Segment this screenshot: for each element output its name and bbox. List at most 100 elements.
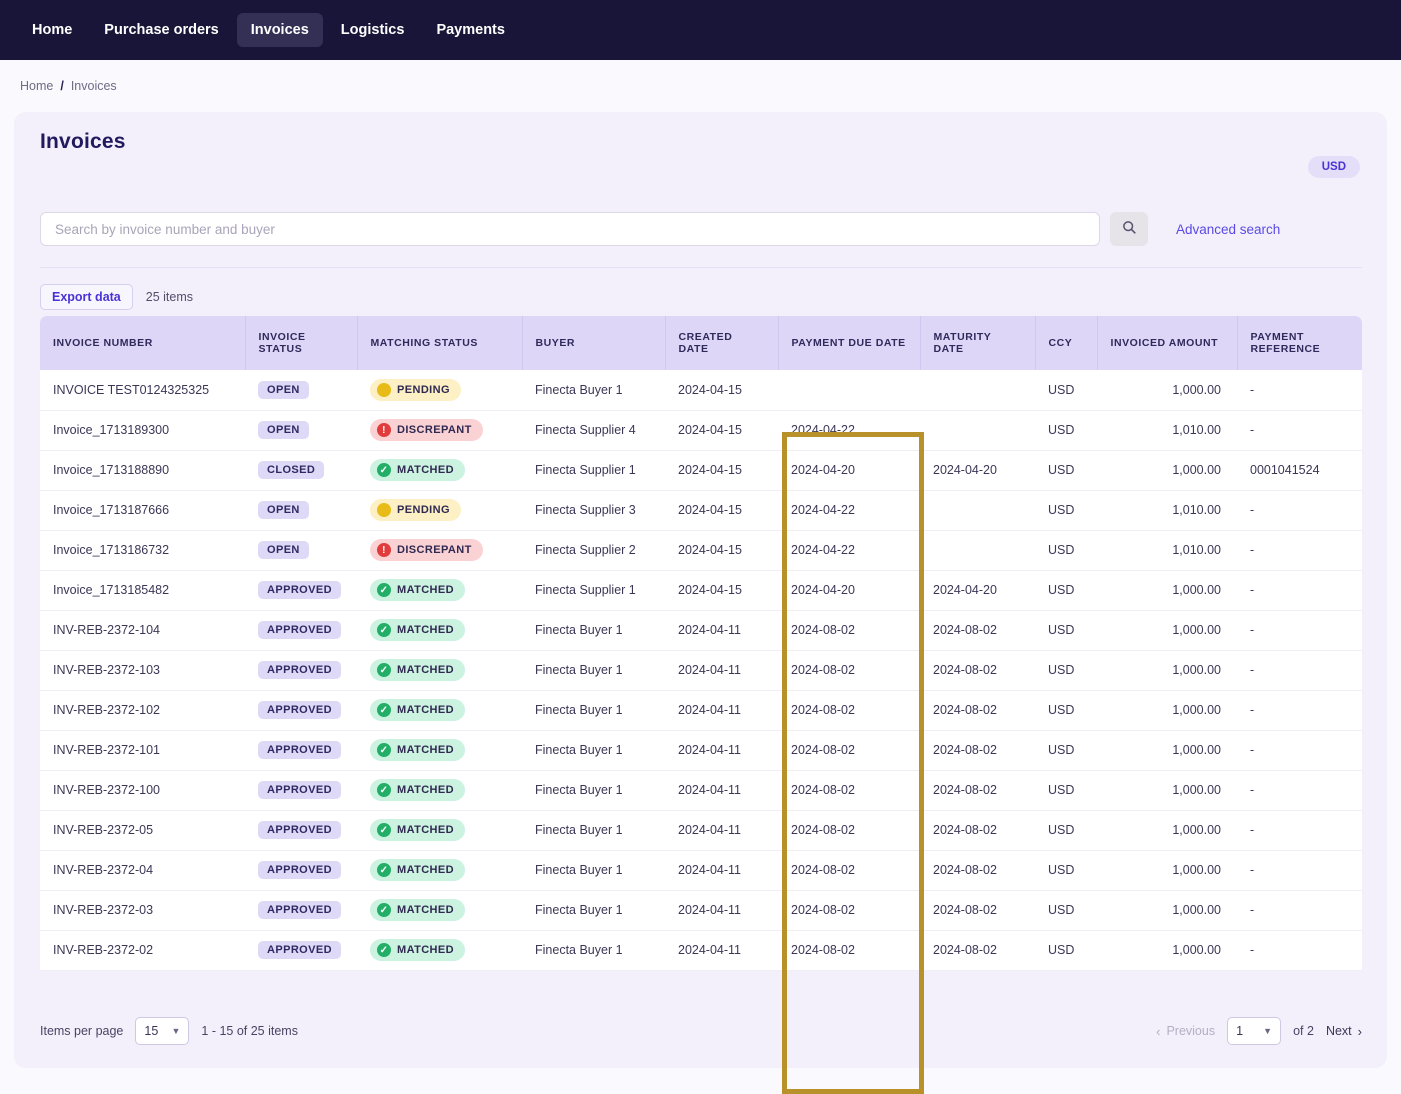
table-row[interactable]: INV-REB-2372-102 APPROVED ✓ MATCHED Finecta … — [40, 690, 1362, 730]
next-label: Next — [1325, 1024, 1352, 1038]
cell-created-date: 2024-04-15 — [678, 503, 742, 517]
nav-item-logistics[interactable]: Logistics — [327, 13, 419, 47]
chevron-left-icon: ‹ — [1156, 1023, 1161, 1039]
table-row[interactable]: INV-REB-2372-02 APPROVED ✓ MATCHED Finecta B… — [40, 930, 1362, 970]
page-number-value: 1 — [1236, 1024, 1244, 1038]
cell-invoiced-amount: 1,010.00 — [1172, 423, 1221, 437]
cell-matching-status: ✓ MATCHED — [357, 890, 522, 930]
cell-created-date: 2024-04-11 — [678, 743, 742, 757]
breadcrumb-home-link[interactable]: Home — [20, 79, 53, 93]
column-header-matching-status[interactable]: MATCHING STATUS — [357, 316, 523, 370]
cell-payment-due-date: 2024-08-02 — [791, 623, 855, 637]
cell-ccy: USD — [1048, 423, 1075, 437]
currency-badge[interactable]: USD — [1307, 156, 1360, 178]
cell-buyer: Finecta Supplier 1 — [535, 463, 636, 477]
nav-item-home[interactable]: Home — [18, 13, 86, 47]
matching-status-label: MATCHED — [397, 824, 454, 836]
table-row[interactable]: INV-REB-2372-03 APPROVED ✓ MATCHED Finecta B… — [40, 890, 1362, 930]
cell-invoiced-amount: 1,000.00 — [1172, 943, 1221, 957]
cell-invoice-number: INV-REB-2372-05 — [53, 823, 154, 837]
cell-invoice-status: APPROVED — [245, 690, 357, 730]
cell-payment-reference: - — [1250, 503, 1255, 517]
column-header-maturity-date[interactable]: MATURITY DATE — [920, 316, 1036, 370]
cell-invoice-status: APPROVED — [245, 810, 357, 850]
cell-buyer: Finecta Buyer 1 — [535, 903, 623, 917]
breadcrumb-current: Invoices — [70, 79, 117, 93]
cell-created-date: 2024-04-11 — [678, 863, 742, 877]
cell-invoiced-amount: 1,010.00 — [1172, 503, 1221, 517]
breadcrumb: Home / Invoices — [0, 60, 1401, 112]
matched-status-icon: ✓ — [377, 703, 391, 717]
table-row[interactable]: Invoice_1713188890 CLOSED ✓ MATCHED Finecta … — [40, 450, 1362, 490]
cell-created-date: 2024-04-11 — [678, 623, 742, 637]
cell-invoiced-amount: 1,000.00 — [1172, 382, 1221, 397]
search-input[interactable] — [40, 212, 1100, 246]
matching-status-label: MATCHED — [397, 944, 454, 956]
cell-invoice-status: APPROVED — [245, 770, 357, 810]
table-row[interactable]: Invoice_1713189300 OPEN! DISCREPANT Finecta… — [40, 410, 1362, 450]
chevron-down-icon: ▼ — [1263, 1026, 1273, 1036]
cell-matching-status: ✓ MATCHED — [357, 930, 522, 970]
cell-matching-status: PENDING — [357, 370, 522, 410]
table-row[interactable]: INV-REB-2372-101 APPROVED ✓ MATCHED Finecta … — [40, 730, 1362, 770]
cell-invoice-number: INV-REB-2372-104 — [53, 623, 161, 637]
table-row[interactable]: INV-REB-2372-100 APPROVED ✓ MATCHED Finecta … — [40, 770, 1362, 810]
table-row[interactable]: Invoice_1713185482 APPROVED ✓ MATCHED Finect… — [40, 570, 1362, 610]
cell-invoice-number: Invoice_1713188890 — [53, 463, 170, 477]
column-header-ccy[interactable]: CCY — [1035, 316, 1098, 370]
advanced-search-link[interactable]: Advanced search — [1176, 222, 1280, 237]
search-button[interactable] — [1110, 212, 1148, 246]
previous-page-button[interactable]: ‹ Previous — [1156, 1024, 1215, 1039]
cell-invoice-number: INVOICE TEST0124325325 — [53, 382, 210, 397]
table-row[interactable]: Invoice_1713187666 OPEN PENDING Finecta Sup… — [40, 490, 1362, 530]
cell-matching-status: ✓ MATCHED — [357, 850, 522, 890]
cell-invoice-status: APPROVED — [245, 610, 357, 650]
cell-created-date: 2024-04-15 — [678, 463, 742, 477]
cell-invoice-number: Invoice_1713187666 — [53, 503, 170, 517]
next-page-button[interactable]: Next › — [1326, 1024, 1362, 1039]
cell-invoice-number: INV-REB-2372-02 — [53, 943, 154, 957]
table-row[interactable]: INV-REB-2372-103 APPROVED ✓ MATCHED Finecta … — [40, 650, 1362, 690]
cell-ccy: USD — [1048, 823, 1075, 837]
cell-matching-status: ✓ MATCHED — [357, 650, 522, 690]
column-header-created-date[interactable]: CREATED DATE — [665, 316, 779, 370]
column-header-invoice-status[interactable]: INVOICE STATUS — [245, 316, 358, 370]
cell-created-date: 2024-04-15 — [678, 543, 742, 557]
nav-item-invoices[interactable]: Invoices — [236, 13, 323, 47]
nav-item-purchase-orders[interactable]: Purchase orders — [90, 13, 232, 47]
column-header-payment-due-date[interactable]: PAYMENT DUE DATE — [778, 316, 921, 370]
table-row[interactable]: INVOICE TEST0124325325 OPEN PENDING Finecta… — [40, 370, 1362, 410]
cell-invoice-number: Invoice_1713186732 — [53, 543, 170, 557]
cell-invoice-status: OPEN — [245, 530, 357, 570]
main-navigation-bar: Home Purchase orders Invoices Logistics Paym… — [0, 0, 1401, 60]
cell-maturity-date — [920, 370, 1035, 410]
cell-invoiced-amount: 1,000.00 — [1172, 783, 1221, 797]
table-row[interactable]: INV-REB-2372-04 APPROVED ✓ MATCHED Finecta B… — [40, 850, 1362, 890]
table-row[interactable]: Invoice_1713186732 OPEN! DISCREPANT Finecta… — [40, 530, 1362, 570]
table-row[interactable]: INV-REB-2372-104 APPROVED ✓ MATCHED Finecta … — [40, 610, 1362, 650]
cell-invoice-number: INV-REB-2372-03 — [53, 903, 154, 917]
cell-maturity-date: 2024-08-02 — [933, 783, 997, 797]
cell-payment-reference: - — [1250, 823, 1255, 837]
invoice-status-badge: OPEN — [258, 380, 309, 399]
matching-status-label: MATCHED — [397, 584, 454, 596]
cell-payment-reference: - — [1250, 623, 1255, 637]
cell-maturity-date: 2024-08-02 — [933, 823, 997, 837]
column-header-payment-reference[interactable]: PAYMENT REFERENCE — [1237, 316, 1362, 370]
matching-status-label: MATCHED — [397, 784, 454, 796]
matching-status-label: MATCHED — [397, 864, 454, 876]
column-header-invoiced-amount[interactable]: INVOICED AMOUNT — [1097, 316, 1238, 370]
page-number-select[interactable]: 1 ▼ — [1227, 1017, 1282, 1045]
nav-item-payments[interactable]: Payments — [422, 13, 519, 47]
items-per-page-select[interactable]: 15 ▼ — [135, 1017, 190, 1045]
matching-status-label: DISCREPANT — [397, 424, 472, 436]
export-data-button[interactable]: Export data — [40, 284, 133, 310]
matched-status-icon: ✓ — [377, 943, 391, 957]
cell-matching-status: ✓ MATCHED — [357, 570, 522, 610]
cell-maturity-date: 2024-08-02 — [933, 943, 997, 957]
cell-buyer: Finecta Buyer 1 — [535, 623, 623, 637]
cell-matching-status: ✓ MATCHED — [357, 770, 522, 810]
column-header-buyer[interactable]: BUYER — [522, 316, 666, 370]
table-row[interactable]: INV-REB-2372-05 APPROVED ✓ MATCHED Finecta B… — [40, 810, 1362, 850]
column-header-invoice-number[interactable]: INVOICE NUMBER — [40, 316, 246, 370]
